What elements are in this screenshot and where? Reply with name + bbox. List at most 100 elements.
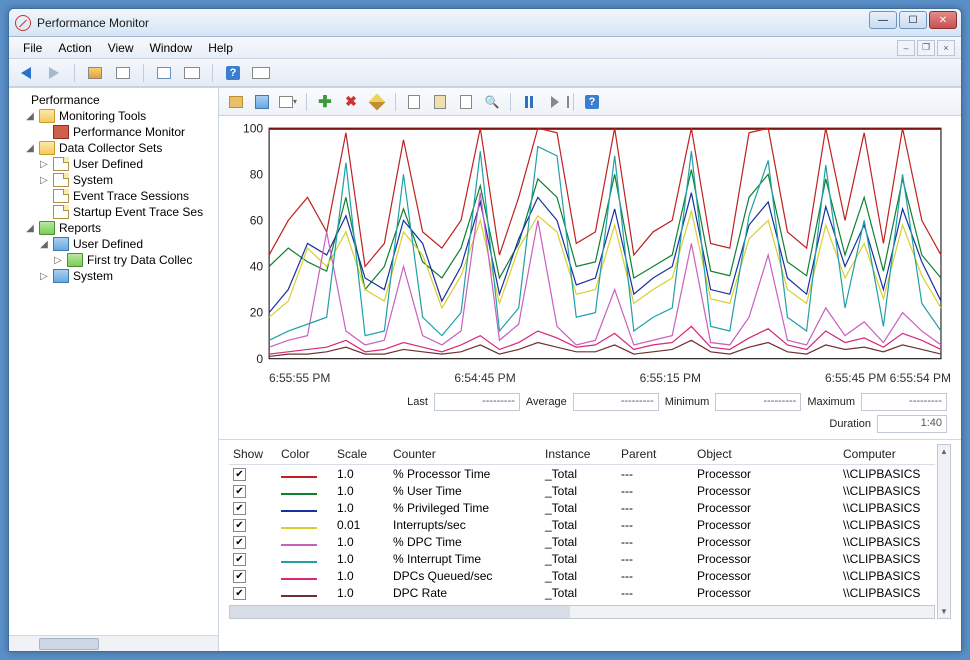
counter-row[interactable]: ✔1.0% Processor Time_Total---Processor\\… [229,465,935,482]
cell-counter: % User Time [389,484,541,498]
minimum-value: --------- [715,393,801,411]
counter-row[interactable]: ✔1.0% Interrupt Time_Total---Processor\\… [229,550,935,567]
tree-dcs-system[interactable]: ▷System [11,172,216,188]
tree-monitoring-tools[interactable]: ◢Monitoring Tools [11,108,216,124]
cell-scale: 1.0 [333,501,389,515]
cell-computer: \\CLIPBASICS [839,569,935,583]
view-log-data-button[interactable] [251,91,273,113]
tree-root[interactable]: Performance [11,92,216,108]
cell-parent: --- [617,518,693,532]
show-checkbox[interactable]: ✔ [233,502,246,515]
grid-vertical-scrollbar[interactable]: ▲▼ [937,444,951,619]
tree-reports[interactable]: ◢Reports [11,220,216,236]
cell-instance: _Total [541,467,617,481]
tree-reports-system[interactable]: ▷System [11,268,216,284]
show-checkbox[interactable]: ✔ [233,468,246,481]
cell-scale: 1.0 [333,552,389,566]
properties-button[interactable] [181,62,203,84]
counter-row[interactable]: ✔1.0% User Time_Total---Processor\\CLIPB… [229,482,935,499]
plus-icon: ✚ [318,92,331,112]
close-button[interactable]: ✕ [929,11,957,29]
tree-dcs-user-defined[interactable]: ▷User Defined [11,156,216,172]
mdi-close-button[interactable]: × [937,40,955,56]
grid-header[interactable]: Show Color Scale Counter Instance Parent… [229,444,935,465]
titlebar[interactable]: Performance Monitor — ☐ ✕ [9,9,961,37]
cell-object: Processor [693,501,839,515]
counter-row[interactable]: ✔1.0% Privileged Time_Total---Processor\… [229,499,935,516]
tree-performance-monitor[interactable]: Performance Monitor [11,124,216,140]
cell-object: Processor [693,467,839,481]
show-checkbox[interactable]: ✔ [233,553,246,566]
add-counter-button[interactable]: ✚ [314,91,336,113]
col-counter[interactable]: Counter [389,447,541,461]
highlight-button[interactable] [366,91,388,113]
cell-counter: % Privileged Time [389,501,541,515]
cell-parent: --- [617,484,693,498]
show-checkbox[interactable]: ✔ [233,519,246,532]
counter-row[interactable]: ✔1.0DPC Rate_Total---Processor\\CLIPBASI… [229,584,935,601]
cell-computer: \\CLIPBASICS [839,518,935,532]
show-checkbox[interactable]: ✔ [233,587,246,600]
counter-row[interactable]: ✔1.0DPCs Queued/sec_Total---Processor\\C… [229,567,935,584]
delete-counter-button[interactable]: ✖ [340,91,362,113]
duration-value: 1:40 [877,415,947,433]
show-checkbox[interactable]: ✔ [233,536,246,549]
cell-object: Processor [693,569,839,583]
navigation-tree[interactable]: Performance ◢Monitoring Tools Performanc… [9,88,219,651]
counter-row[interactable]: ✔0.01Interrupts/sec_Total---Processor\\C… [229,516,935,533]
change-graph-type-button[interactable]: ▾ [277,91,299,113]
graph-help-button[interactable]: ? [581,91,603,113]
back-button[interactable] [15,62,37,84]
col-object[interactable]: Object [693,447,839,461]
tree-reports-user-defined[interactable]: ◢User Defined [11,236,216,252]
cell-object: Processor [693,535,839,549]
tree-startup-event-trace[interactable]: Startup Event Trace Ses [11,204,216,220]
menu-view[interactable]: View [100,38,142,58]
cell-parent: --- [617,535,693,549]
tree-horizontal-scrollbar[interactable] [9,635,218,651]
menu-action[interactable]: Action [50,38,99,58]
forward-button[interactable] [43,62,65,84]
col-show[interactable]: Show [229,447,277,461]
mdi-minimize-button[interactable]: – [897,40,915,56]
minimize-button[interactable]: — [869,11,897,29]
tree-event-trace-sessions[interactable]: Event Trace Sessions [11,188,216,204]
counter-grid[interactable]: Show Color Scale Counter Instance Parent… [219,439,961,651]
tree-data-collector-sets[interactable]: ◢Data Collector Sets [11,140,216,156]
col-scale[interactable]: Scale [333,447,389,461]
new-window-button[interactable] [112,62,134,84]
help-button[interactable]: ? [222,62,244,84]
export-button[interactable] [153,62,175,84]
menubar: File Action View Window Help – ❐ × [9,37,961,59]
maximize-button[interactable]: ☐ [899,11,927,29]
zoom-button[interactable]: 🔍 [481,91,503,113]
counter-row[interactable]: ✔1.0% DPC Time_Total---Processor\\CLIPBA… [229,533,935,550]
col-computer[interactable]: Computer [839,447,935,461]
cell-object: Processor [693,586,839,600]
tree-first-try[interactable]: ▷First try Data Collec [11,252,216,268]
show-checkbox[interactable]: ✔ [233,570,246,583]
color-swatch [281,527,317,529]
menu-file[interactable]: File [15,38,50,58]
color-swatch [281,595,317,597]
view-current-activity-button[interactable] [225,91,247,113]
cell-computer: \\CLIPBASICS [839,501,935,515]
grid-horizontal-scrollbar[interactable] [229,605,935,619]
color-swatch [281,561,317,563]
update-data-button[interactable] [544,91,566,113]
freeze-display-button[interactable] [518,91,540,113]
paste-button[interactable] [429,91,451,113]
properties-button-2[interactable] [455,91,477,113]
col-color[interactable]: Color [277,447,333,461]
show-checkbox[interactable]: ✔ [233,485,246,498]
menu-help[interactable]: Help [200,38,241,58]
show-hide-tree-button[interactable] [84,62,106,84]
mdi-restore-button[interactable]: ❐ [917,40,935,56]
col-instance[interactable]: Instance [541,447,617,461]
view-log-button[interactable] [250,62,272,84]
chart-area[interactable]: 020406080100 [219,116,961,371]
col-parent[interactable]: Parent [617,447,693,461]
cell-parent: --- [617,586,693,600]
copy-properties-button[interactable] [403,91,425,113]
menu-window[interactable]: Window [142,38,201,58]
